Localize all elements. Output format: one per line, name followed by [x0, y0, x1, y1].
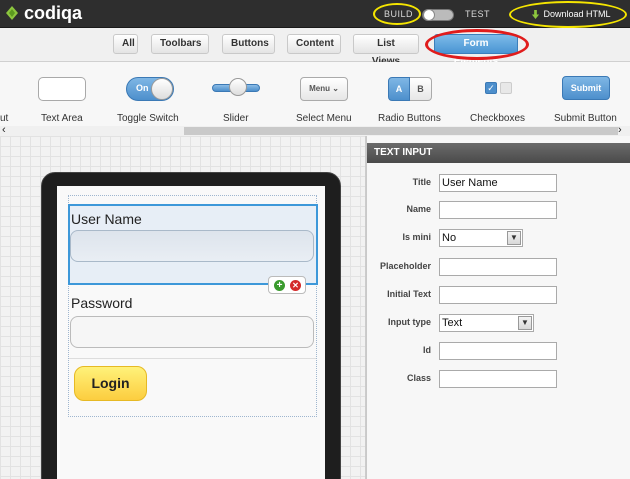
tab-list-views[interactable]: List Views: [353, 34, 419, 67]
login-button[interactable]: Login: [74, 366, 147, 401]
phone-frame: User Name + ✕ Password Login: [41, 172, 341, 479]
prop-label: Initial Text: [387, 289, 431, 299]
username-input[interactable]: [70, 230, 314, 262]
prop-row-input-type: Input type Text ▼: [367, 313, 630, 333]
top-bar: codiqa BUILD TEST Download HTML: [0, 0, 630, 28]
download-html-label: Download HTML: [543, 9, 611, 19]
widget-label: Submit Button: [554, 113, 617, 124]
prop-label: Id: [423, 345, 431, 355]
name-field[interactable]: [439, 201, 557, 219]
is-mini-select[interactable]: No ▼: [439, 229, 523, 247]
properties-header: TEXT INPUT: [367, 143, 630, 163]
tab-toolbars[interactable]: Toolbars: [151, 34, 209, 54]
password-label: Password: [71, 295, 133, 311]
prop-label: Placeholder: [379, 261, 431, 271]
prop-row-name: Name: [367, 200, 630, 220]
tab-form-elements[interactable]: Form Elements: [434, 34, 518, 67]
add-icon[interactable]: +: [274, 280, 285, 291]
prop-label: Is mini: [402, 232, 431, 242]
palette-scrollbar[interactable]: ‹ ›: [0, 124, 630, 136]
scroll-left-icon[interactable]: ‹: [2, 124, 6, 136]
tab-all[interactable]: All: [113, 34, 138, 54]
prop-row-title: Title User Name: [367, 173, 630, 193]
scrollbar-thumb[interactable]: [184, 127, 618, 135]
prop-row-placeholder: Placeholder: [367, 257, 630, 277]
tab-buttons[interactable]: Buttons: [222, 34, 275, 54]
widget-submit-button[interactable]: Submit Submit Button: [0, 62, 630, 126]
prop-label: Input type: [388, 317, 431, 327]
design-canvas[interactable]: User Name + ✕ Password Login: [0, 136, 366, 479]
logo[interactable]: codiqa: [4, 4, 82, 22]
test-mode-label[interactable]: TEST: [465, 9, 490, 19]
download-arrow-icon: [532, 9, 540, 19]
prop-label: Title: [412, 177, 431, 187]
input-type-select[interactable]: Text ▼: [439, 314, 534, 332]
prop-label: Class: [406, 373, 431, 383]
divider: [69, 358, 316, 359]
form-container[interactable]: User Name + ✕ Password Login: [68, 195, 318, 417]
password-input[interactable]: [70, 316, 314, 348]
input-type-value: Text: [442, 317, 463, 329]
prop-row-is-mini: Is mini No ▼: [367, 228, 630, 248]
prop-row-initial-text: Initial Text: [367, 285, 630, 305]
id-field[interactable]: [439, 342, 557, 360]
chevron-down-icon: ▼: [507, 231, 521, 245]
build-test-toggle[interactable]: [422, 9, 454, 21]
logo-icon: [6, 6, 18, 20]
properties-panel: TEXT INPUT Title User Name Name Is mini …: [366, 136, 630, 479]
chevron-down-icon: ▼: [518, 316, 532, 330]
app-name: codiqa: [24, 3, 83, 23]
category-bar: All Toolbars Buttons Content List Views …: [0, 28, 630, 67]
class-field[interactable]: [439, 370, 557, 388]
is-mini-value: No: [442, 232, 457, 244]
build-mode-label[interactable]: BUILD: [384, 9, 413, 19]
tab-content[interactable]: Content: [287, 34, 341, 54]
download-html-button[interactable]: Download HTML: [521, 5, 621, 23]
prop-row-id: Id: [367, 341, 630, 361]
delete-icon[interactable]: ✕: [290, 280, 301, 291]
scroll-right-icon[interactable]: ›: [618, 124, 622, 136]
widget-palette: ut Text Area On Toggle Switch Slider Men…: [0, 62, 630, 126]
phone-screen: User Name + ✕ Password Login: [57, 186, 325, 479]
initial-text-field[interactable]: [439, 286, 557, 304]
element-controls: + ✕: [268, 276, 306, 294]
placeholder-field[interactable]: [439, 258, 557, 276]
prop-label: Name: [406, 204, 431, 214]
submit-button-preview: Submit: [562, 76, 610, 100]
prop-row-class: Class: [367, 369, 630, 389]
toggle-knob: [423, 9, 435, 21]
username-label: User Name: [71, 211, 142, 227]
title-field[interactable]: User Name: [439, 174, 557, 192]
